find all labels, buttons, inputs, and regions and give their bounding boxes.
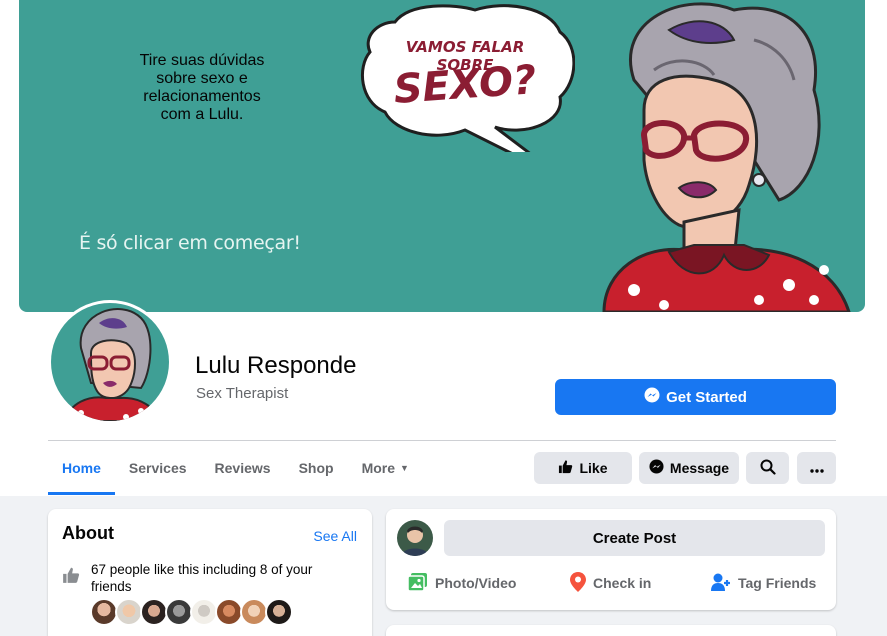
thumbs-up-icon	[62, 566, 80, 589]
lulu-illustration	[602, 2, 851, 312]
friend-avatar[interactable]	[240, 598, 268, 626]
tab-services-label: Services	[128, 460, 187, 476]
check-in-label: Check in	[593, 575, 652, 591]
friend-avatar[interactable]	[140, 598, 168, 626]
tab-services[interactable]: Services	[115, 441, 201, 495]
friend-avatar[interactable]	[215, 598, 243, 626]
see-all-link[interactable]: See All	[313, 528, 357, 544]
create-post-card: Create Post Photo/Video Check in Tag Fri…	[386, 509, 836, 610]
check-in-button[interactable]: Check in	[570, 571, 652, 595]
create-post-button[interactable]: Create Post	[444, 520, 825, 556]
lulu-avatar-image	[51, 303, 169, 421]
profile-avatar[interactable]	[48, 300, 172, 424]
tag-friends-icon	[711, 573, 731, 594]
tab-shop-label: Shop	[298, 460, 334, 476]
more-options-button[interactable]	[797, 452, 836, 484]
tab-more[interactable]: More ▼	[348, 441, 423, 495]
tab-reviews[interactable]: Reviews	[201, 441, 285, 495]
location-pin-icon	[570, 571, 586, 595]
likes-summary: 67 people like this including 8 of your …	[91, 562, 313, 594]
like-label: Like	[579, 460, 608, 476]
user-avatar[interactable]	[397, 520, 433, 556]
tab-home-label: Home	[62, 460, 101, 476]
messenger-icon	[649, 459, 664, 477]
friend-avatar[interactable]	[90, 598, 118, 626]
like-button[interactable]: Like	[534, 452, 632, 484]
search-button[interactable]	[746, 452, 789, 484]
cover-headline: Tire suas dúvidas sobre sexo e relaciona…	[139, 52, 265, 123]
photo-video-button[interactable]: Photo/Video	[407, 572, 517, 594]
tab-reviews-label: Reviews	[214, 460, 271, 476]
tag-friends-button[interactable]: Tag Friends	[711, 572, 816, 594]
next-post-card	[386, 625, 836, 636]
get-started-button[interactable]: Get Started	[555, 379, 836, 415]
friend-avatar[interactable]	[190, 598, 218, 626]
photo-video-label: Photo/Video	[435, 575, 517, 591]
friend-avatar[interactable]	[165, 598, 193, 626]
search-icon	[760, 459, 776, 478]
page-tabs: Home Services Reviews Shop More ▼	[48, 441, 423, 495]
thumbs-up-icon	[558, 459, 573, 477]
about-card: About See All 67 people like this includ…	[48, 509, 372, 636]
tab-shop[interactable]: Shop	[285, 441, 348, 495]
message-button[interactable]: Message	[639, 452, 739, 484]
photo-video-icon	[407, 572, 428, 594]
page-title: Lulu Responde	[195, 352, 357, 379]
tag-friends-label: Tag Friends	[738, 575, 817, 591]
message-label: Message	[669, 460, 730, 476]
chevron-down-icon: ▼	[400, 463, 409, 473]
tab-more-label: More	[361, 460, 396, 476]
tab-home[interactable]: Home	[48, 441, 115, 495]
about-title: About	[62, 523, 114, 543]
messenger-icon	[644, 387, 660, 407]
friend-avatars	[90, 598, 293, 626]
page-category[interactable]: Sex Therapist	[196, 385, 288, 402]
friend-avatar[interactable]	[115, 598, 143, 626]
cover-photo[interactable]: Tire suas dúvidas sobre sexo e relaciona…	[19, 0, 865, 312]
get-started-label: Get Started	[666, 388, 747, 406]
more-dots-icon	[809, 460, 824, 476]
friend-avatar[interactable]	[265, 598, 293, 626]
cover-cta-text: É só clicar em começar!	[79, 232, 301, 254]
